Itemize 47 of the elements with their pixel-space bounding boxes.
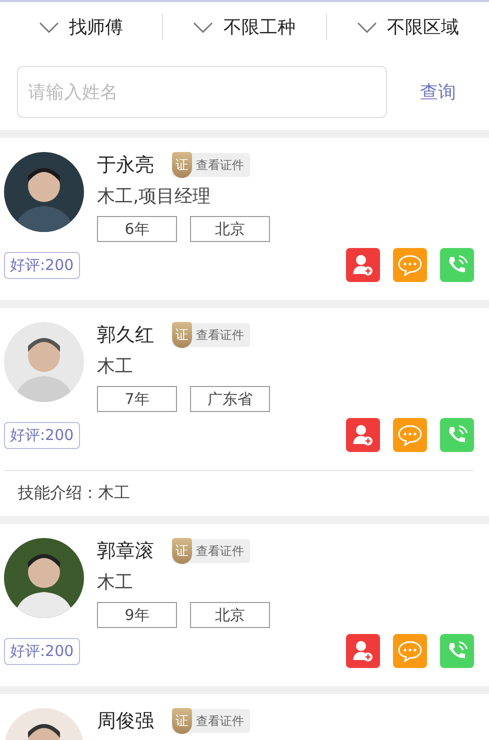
rating-tag: 好评:200 — [4, 422, 80, 448]
worker-trade: 木工 — [97, 355, 134, 379]
message-button[interactable] — [393, 634, 427, 668]
certificate-shield-icon: 证 — [172, 708, 192, 734]
chevron-down-icon — [193, 22, 214, 32]
worker-name: 周俊强 — [97, 709, 154, 734]
rating-tag: 好评:200 — [4, 252, 80, 278]
worker-name: 于永亮 — [97, 153, 154, 178]
add-contact-button[interactable] — [346, 248, 380, 282]
name-search-field[interactable]: 请输入姓名 — [17, 66, 387, 118]
region-tag: 广东省 — [190, 386, 270, 412]
worker-name: 郭久红 — [97, 323, 154, 348]
person-add-icon — [352, 640, 374, 662]
chat-bubble-icon — [397, 424, 423, 446]
view-certificate-button[interactable]: 证 查看证件 — [172, 153, 250, 177]
view-certificate-button[interactable]: 证 查看证件 — [172, 323, 250, 347]
worker-trade: 木工,项目经理 — [97, 185, 212, 209]
worker-trade: 木工 — [97, 571, 134, 595]
certificate-shield-icon: 证 — [172, 322, 192, 348]
certificate-shield-icon: 证 — [172, 152, 192, 178]
query-button[interactable]: 查询 — [387, 79, 489, 105]
rating-tag: 好评:200 — [4, 638, 80, 664]
message-button[interactable] — [393, 418, 427, 452]
chat-bubble-icon — [397, 640, 423, 662]
view-certificate-button[interactable]: 证 查看证件 — [172, 539, 250, 563]
chevron-down-icon — [356, 22, 377, 32]
person-add-icon — [352, 254, 374, 276]
call-button[interactable] — [440, 634, 474, 668]
call-button[interactable] — [440, 418, 474, 452]
message-button[interactable] — [393, 248, 427, 282]
call-button[interactable] — [440, 248, 474, 282]
region-tag: 北京 — [190, 602, 270, 628]
chevron-down-icon — [39, 22, 60, 32]
experience-tag: 6年 — [97, 216, 177, 242]
chat-bubble-icon — [397, 254, 423, 276]
filter-dropdown[interactable]: 不限工种 — [162, 14, 326, 40]
filter-dropdown[interactable]: 不限区域 — [326, 14, 489, 40]
filter-dropdown[interactable]: 找师傅 — [0, 14, 162, 40]
view-certificate-button[interactable]: 证 查看证件 — [172, 709, 250, 733]
add-contact-button[interactable] — [346, 418, 380, 452]
experience-tag: 9年 — [97, 602, 177, 628]
add-contact-button[interactable] — [346, 634, 380, 668]
experience-tag: 7年 — [97, 386, 177, 412]
certificate-shield-icon: 证 — [172, 538, 192, 564]
person-add-icon — [352, 424, 374, 446]
region-tag: 北京 — [190, 216, 270, 242]
worker-name: 郭章滚 — [97, 539, 154, 564]
